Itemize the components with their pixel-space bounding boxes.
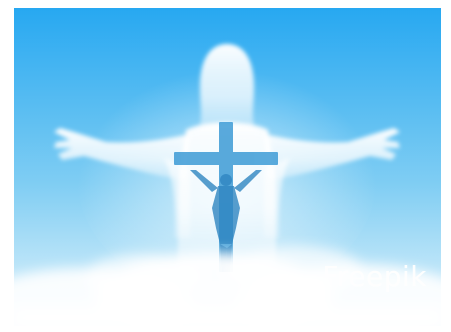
watermark-text: Freepik [322, 260, 427, 293]
illustration: Freepik [14, 8, 441, 326]
image-frame: Freepik [0, 0, 451, 332]
